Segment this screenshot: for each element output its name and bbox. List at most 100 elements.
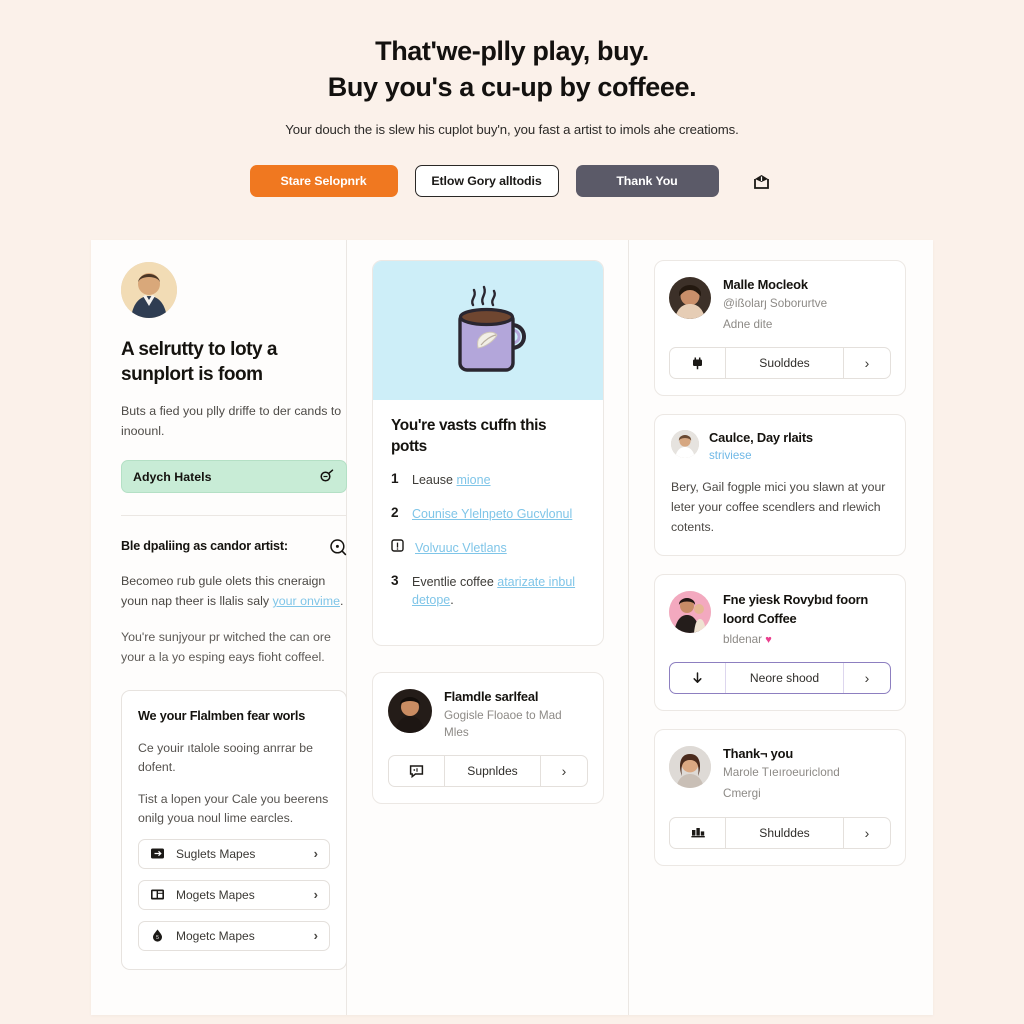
chevron-right-icon[interactable]: ›: [844, 663, 890, 693]
subcard-row-2-label: Mogets Mapes: [176, 887, 255, 902]
subcard-paragraph-2: Tist a lopen your Cale you beerens onilg…: [138, 791, 329, 825]
left-paragraph-1-tail: .: [340, 594, 344, 609]
chevron-right-icon[interactable]: ›: [541, 756, 587, 786]
svg-text:5: 5: [156, 935, 159, 941]
list-number: 3: [391, 572, 399, 588]
list-item: 3 Eventlie coffee atarizate inbul detope…: [391, 573, 585, 611]
bars-icon[interactable]: [670, 817, 726, 848]
left-paragraph-1: Becomeo гub ɡule olets this cneraign you…: [121, 572, 347, 612]
subcard-row-3[interactable]: 5 Mogetc Mapes ›: [138, 920, 330, 951]
right-card-1-name: Malle Mocleok: [723, 277, 808, 292]
list-item: 1 Leause mione: [391, 471, 585, 490]
middle-column: You're vasts cuffn this potts 1 Leause m…: [347, 240, 629, 1015]
subcard-row-2[interactable]: Mogets Mapes ›: [138, 879, 330, 910]
right-card-person-2: Fne yiesk Rovybıd foorn loord Coffee bld…: [654, 574, 906, 712]
drop-icon: 5: [150, 928, 165, 943]
main-content-shell: A selrutty to loty a sunplort is foom Bu…: [91, 240, 933, 1015]
right-card-1-action-label[interactable]: Suolddes: [726, 348, 844, 379]
quote-subtitle[interactable]: striviese: [709, 449, 813, 462]
primary-cta-button[interactable]: Stare Selopnrk: [249, 165, 398, 198]
hero-section: That'we-plly play, buy. Buy you's a cu-u…: [0, 0, 1024, 198]
list-number: 1: [391, 471, 399, 487]
subcard-row-1[interactable]: Suglets Mapes ›: [138, 838, 330, 869]
list-item: Volvuuc Vletlans: [391, 539, 585, 558]
subcard-paragraph-1: Ce youir ıtalole sooing anrrar be dofent…: [138, 740, 313, 774]
magnifier-icon[interactable]: [329, 538, 347, 556]
thanks-avatar: [669, 746, 711, 789]
chevron-right-icon[interactable]: ›: [844, 348, 890, 378]
list-text-plain: Eventlie coffee: [412, 574, 498, 589]
left-section-title: Ble dpaliing as candor artist:: [121, 539, 288, 554]
profile-avatar: [121, 262, 177, 318]
quote-body: Bery, Gail foɡple mici you slawn at your…: [671, 480, 886, 534]
chevron-right-icon[interactable]: ›: [844, 818, 890, 848]
chat-icon[interactable]: [389, 756, 445, 787]
plug-icon[interactable]: [670, 348, 726, 379]
right-card-2-action-group[interactable]: Neore shood ›: [669, 662, 891, 695]
share-box-icon[interactable]: [749, 168, 775, 194]
right-card-1-meta-1: @ißolarȷ Soborurtve: [723, 297, 828, 310]
right-card-3-meta-2: Cmergi: [723, 787, 761, 801]
left-inline-link[interactable]: your onvime: [273, 594, 341, 608]
left-body-text: Buts a fied you plly driffe to der cands…: [121, 404, 342, 438]
left-paragraph-2: You're sunjyour pr witched the can ore y…: [121, 630, 331, 664]
search-input[interactable]: Adych Hatels: [121, 460, 347, 494]
subcard-title: We your Flalmben fear worls: [138, 708, 306, 723]
person-avatar: [388, 689, 432, 734]
list-link[interactable]: Counise Ylelnpeto Gucvlonul: [412, 507, 572, 521]
chevron-right-icon: ›: [313, 928, 318, 944]
search-loop-icon: [318, 468, 335, 485]
thank-you-button[interactable]: Thank You: [575, 165, 719, 198]
left-section-header: Ble dpaliing as candor artist:: [121, 538, 347, 556]
subcard-row-3-label: Mogetc Mapes: [176, 928, 255, 943]
heart-icon: ♥: [765, 633, 772, 646]
person-action-group[interactable]: Supnldes ›: [388, 755, 588, 788]
list-text-plain: Leause: [412, 473, 457, 488]
middle-person-card: Flamdle sarlfeal Gogisle Floaoe to Mad M…: [372, 672, 604, 805]
right-card-2-meta-text: bldenar: [723, 632, 762, 646]
download-arrow-icon[interactable]: [670, 663, 726, 694]
book-icon: [150, 887, 165, 902]
list-text: Leause mione: [412, 471, 491, 490]
person-meta: Gogisle Floaoe to Mad Mles: [444, 709, 562, 739]
page-title: That'we-plly play, buy. Buy you's a cu-u…: [0, 34, 1024, 105]
person-action-label[interactable]: Supnldes: [445, 756, 541, 787]
title-line-2: Buy you's a cu-up by coffeee.: [327, 71, 697, 102]
list-link[interactable]: Volvuuc Vletlans: [415, 541, 507, 555]
secondary-cta-button[interactable]: Etlow Gory alltodis: [414, 165, 559, 198]
subcard-row-1-label: Suglets Mapes: [176, 846, 256, 861]
mug-card-title: You're vasts cuffn this potts: [391, 417, 547, 455]
royal-avatar: [669, 591, 711, 634]
right-card-3-meta-1: Marole Tıeıroeuriclond: [723, 766, 840, 780]
mug-card: You're vasts cuffn this potts 1 Leause m…: [372, 260, 604, 647]
chevron-right-icon: ›: [313, 846, 318, 862]
hero-action-row: Stare Selopnrk Etlow Gory alltodis Thank…: [0, 165, 1024, 198]
right-card-1-action-group[interactable]: Suolddes ›: [669, 347, 891, 380]
left-divider: [121, 515, 347, 517]
quote-title: Caulce, Day rlaits: [709, 430, 813, 446]
person-name: Flamdle sarlfeal: [444, 689, 539, 705]
right-card-person-1: Malle Mocleok @ißolarȷ Soborurtve Adne d…: [654, 260, 906, 397]
page-subtitle: Your douch the is slew his cuplot buy'n,…: [285, 122, 739, 138]
page-root: That'we-plly play, buy. Buy you's a cu-u…: [0, 0, 1024, 1024]
left-column: A selrutty to loty a sunplort is foom Bu…: [91, 240, 347, 1015]
note-icon: [391, 539, 404, 552]
list-text: Counise Ylelnpeto Gucvlonul: [412, 505, 572, 524]
list-item: 2 Counise Ylelnpeto Gucvlonul: [391, 505, 585, 524]
coffee-mug-illustration: [373, 261, 603, 400]
numbered-list: 1 Leause mione 2 Counise Ylelnpeto Gucvl…: [391, 471, 585, 610]
list-text-tail: .: [450, 593, 454, 608]
right-card-2-action-label[interactable]: Neore shood: [726, 663, 844, 694]
left-subcard: We your Flalmben fear worls Ce youir ıta…: [121, 689, 347, 970]
list-text: Eventlie coffee atarizate inbul detope.: [412, 573, 585, 611]
right-card-3-action-label[interactable]: Shulddes: [726, 817, 844, 848]
cauloe-avatar: [671, 430, 699, 459]
export-box-icon: [150, 846, 165, 861]
title-line-1: That'we-plly play, buy.: [375, 36, 649, 66]
search-input-value: Adych Hatels: [133, 469, 212, 484]
right-card-2-meta: bldenar ♥: [723, 632, 891, 649]
list-number: 2: [391, 505, 399, 521]
list-link[interactable]: mione: [456, 473, 490, 487]
right-card-3-name: Thank¬ you: [723, 746, 793, 762]
right-card-3-action-group[interactable]: Shulddes ›: [669, 816, 891, 849]
